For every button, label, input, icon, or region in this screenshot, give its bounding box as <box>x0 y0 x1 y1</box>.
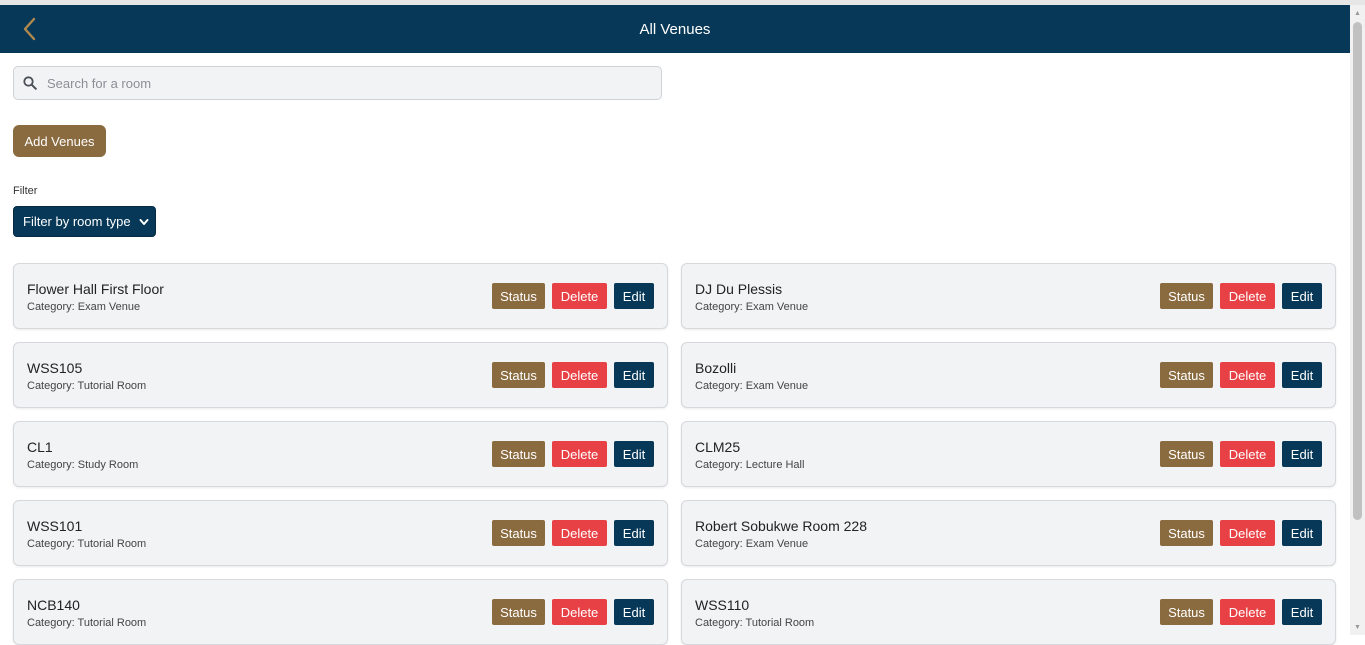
venue-name: CL1 <box>27 439 53 455</box>
delete-button[interactable]: Delete <box>1220 283 1275 309</box>
edit-button[interactable]: Edit <box>614 362 654 388</box>
edit-button[interactable]: Edit <box>1282 362 1322 388</box>
venue-name: WSS110 <box>695 597 750 613</box>
delete-button[interactable]: Delete <box>552 362 607 388</box>
venue-card: CL1 Category: Study Room Status Delete E… <box>13 421 668 487</box>
edit-button[interactable]: Edit <box>614 599 654 625</box>
venue-category: Category: Tutorial Room <box>27 538 147 550</box>
delete-button[interactable]: Delete <box>1220 520 1275 546</box>
room-type-filter-select[interactable]: Filter by room type <box>13 206 156 237</box>
venue-card: WSS101 Category: Tutorial Room Status De… <box>13 500 668 566</box>
venue-category: Category: Exam Venue <box>27 301 141 313</box>
venue-category: Category: Exam Venue <box>695 380 809 392</box>
venue-name: NCB140 <box>27 597 80 613</box>
status-button[interactable]: Status <box>492 362 545 388</box>
vertical-scrollbar[interactable]: ▲ ▼ <box>1350 5 1365 635</box>
venue-category: Category: Lecture Hall <box>695 459 805 471</box>
status-button[interactable]: Status <box>1160 520 1213 546</box>
venue-category: Category: Tutorial Room <box>27 380 147 392</box>
app-header: All Venues <box>0 5 1350 53</box>
status-button[interactable]: Status <box>1160 362 1213 388</box>
search-icon <box>23 75 39 91</box>
venue-name: DJ Du Plessis <box>695 281 783 297</box>
scroll-up-arrow-icon[interactable]: ▲ <box>1350 5 1365 21</box>
venue-name: WSS105 <box>27 360 83 376</box>
delete-button[interactable]: Delete <box>1220 599 1275 625</box>
edit-button[interactable]: Edit <box>614 283 654 309</box>
delete-button[interactable]: Delete <box>552 520 607 546</box>
status-button[interactable]: Status <box>492 441 545 467</box>
edit-button[interactable]: Edit <box>1282 441 1322 467</box>
status-button[interactable]: Status <box>1160 283 1213 309</box>
venue-name: WSS101 <box>27 518 83 534</box>
chevron-left-icon <box>23 17 36 41</box>
scrollbar-thumb[interactable] <box>1353 22 1362 520</box>
edit-button[interactable]: Edit <box>614 441 654 467</box>
status-button[interactable]: Status <box>492 599 545 625</box>
search-input[interactable] <box>47 75 627 91</box>
delete-button[interactable]: Delete <box>552 441 607 467</box>
delete-button[interactable]: Delete <box>1220 441 1275 467</box>
edit-button[interactable]: Edit <box>1282 599 1322 625</box>
add-venues-button[interactable]: Add Venues <box>13 125 106 157</box>
venue-card: NCB140 Category: Tutorial Room Status De… <box>13 579 668 645</box>
filter-label: Filter <box>13 185 38 197</box>
venue-card: WSS105 Category: Tutorial Room Status De… <box>13 342 668 408</box>
venue-category: Category: Exam Venue <box>695 538 809 550</box>
venue-name: Bozolli <box>695 360 737 376</box>
edit-button[interactable]: Edit <box>1282 520 1322 546</box>
scroll-down-arrow-icon[interactable]: ▼ <box>1350 619 1365 635</box>
venue-card: DJ Du Plessis Category: Exam Venue Statu… <box>681 263 1336 329</box>
venue-category: Category: Tutorial Room <box>27 617 147 629</box>
status-button[interactable]: Status <box>492 283 545 309</box>
status-button[interactable]: Status <box>1160 441 1213 467</box>
filter-selected-value: Filter by room type <box>23 214 131 229</box>
status-button[interactable]: Status <box>492 520 545 546</box>
edit-button[interactable]: Edit <box>614 520 654 546</box>
page-title: All Venues <box>639 20 711 38</box>
venue-name: Robert Sobukwe Room 228 <box>695 518 867 534</box>
delete-button[interactable]: Delete <box>552 599 607 625</box>
edit-button[interactable]: Edit <box>1282 283 1322 309</box>
chevron-down-icon <box>139 219 149 225</box>
venue-card: CLM25 Category: Lecture Hall Status Dele… <box>681 421 1336 487</box>
venue-name: CLM25 <box>695 439 741 455</box>
venue-card: WSS110 Category: Tutorial Room Status De… <box>681 579 1336 645</box>
delete-button[interactable]: Delete <box>1220 362 1275 388</box>
venue-name: Flower Hall First Floor <box>27 281 164 297</box>
venue-card: Robert Sobukwe Room 228 Category: Exam V… <box>681 500 1336 566</box>
back-button[interactable] <box>16 15 44 43</box>
venue-category: Category: Exam Venue <box>695 301 809 313</box>
venue-card: Bozolli Category: Exam Venue Status Dele… <box>681 342 1336 408</box>
status-button[interactable]: Status <box>1160 599 1213 625</box>
search-box <box>13 66 662 100</box>
venue-category: Category: Tutorial Room <box>695 617 815 629</box>
venue-card: Flower Hall First Floor Category: Exam V… <box>13 263 668 329</box>
venue-category: Category: Study Room <box>27 459 139 471</box>
delete-button[interactable]: Delete <box>552 283 607 309</box>
